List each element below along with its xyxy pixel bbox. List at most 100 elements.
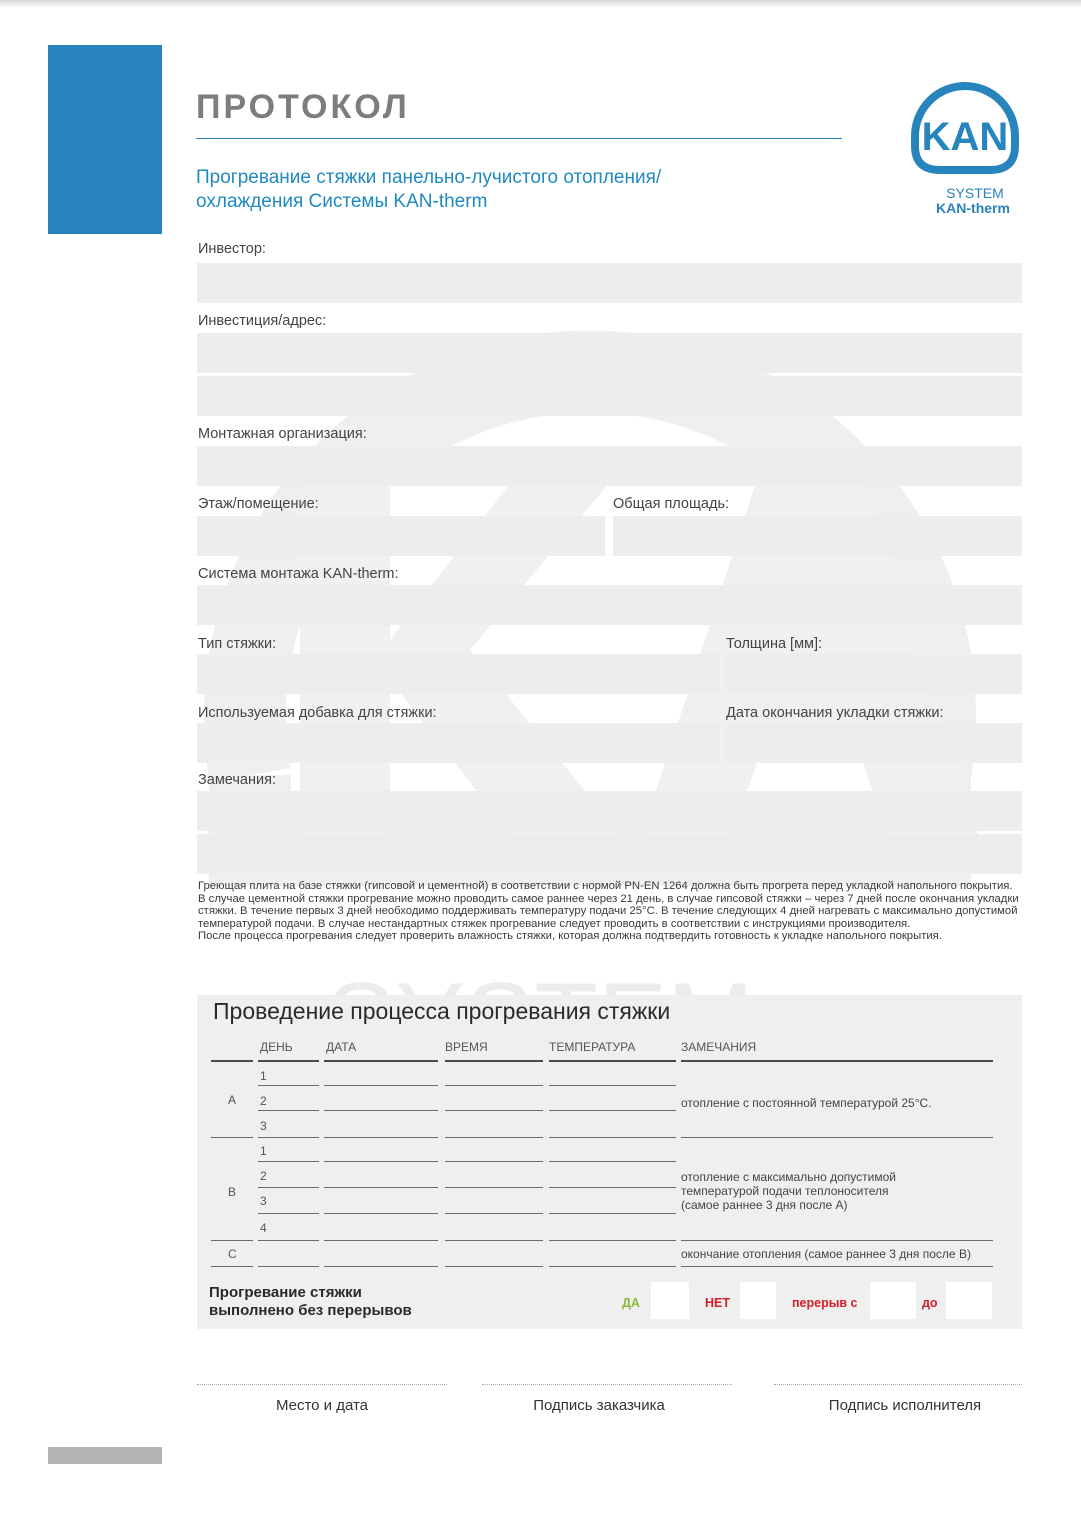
system-field[interactable] bbox=[197, 585, 1022, 625]
group-b-remark-line: температурой подачи теплоносителя bbox=[681, 1184, 889, 1198]
table-entry-line[interactable] bbox=[445, 1137, 543, 1138]
group-a-remark: отопление с постоянной температурой 25°C… bbox=[681, 1096, 932, 1110]
no-interruption-line-1: Прогревание стяжки bbox=[209, 1284, 362, 1301]
table-entry-line[interactable] bbox=[258, 1085, 319, 1086]
logo-brand-text: KAN-therm bbox=[936, 200, 1010, 216]
remarks-field-1[interactable] bbox=[197, 791, 1022, 831]
group-c-label: C bbox=[228, 1247, 237, 1261]
investment-label: Инвестиция/адрес: bbox=[198, 313, 327, 329]
group-divider-line bbox=[211, 1266, 253, 1267]
group-divider-line bbox=[681, 1266, 993, 1267]
group-divider-line bbox=[211, 1240, 253, 1241]
header-underline bbox=[211, 1060, 253, 1062]
end-date-field[interactable] bbox=[726, 723, 1022, 763]
table-entry-line[interactable] bbox=[549, 1240, 676, 1241]
investment-field-1[interactable] bbox=[197, 333, 1022, 373]
protocol-page: SYSTEM KAN-therm ПРОТОКОЛ Прогревание ст… bbox=[0, 0, 1081, 1519]
place-date-line[interactable] bbox=[197, 1384, 447, 1385]
table-entry-line[interactable] bbox=[258, 1213, 319, 1214]
group-b-remark-line: отопление с максимально допустимой bbox=[681, 1170, 896, 1184]
group-divider-line bbox=[211, 1137, 253, 1138]
thickness-field[interactable] bbox=[726, 654, 1022, 694]
table-entry-line[interactable] bbox=[258, 1266, 319, 1267]
day-number: 2 bbox=[260, 1169, 267, 1183]
additive-label: Используемая добавка для стяжки: bbox=[198, 705, 437, 721]
screed-type-field[interactable] bbox=[197, 654, 720, 694]
table-entry-line[interactable] bbox=[258, 1161, 319, 1162]
yes-label: ДА bbox=[622, 1296, 640, 1310]
table-entry-line[interactable] bbox=[258, 1110, 319, 1111]
subtitle-line-1: Прогревание стяжки панельно-лучистого от… bbox=[196, 167, 662, 188]
day-number: 2 bbox=[260, 1094, 267, 1108]
table-entry-line[interactable] bbox=[445, 1240, 543, 1241]
group-a-label: A bbox=[228, 1093, 237, 1107]
remarks-field-2[interactable] bbox=[197, 834, 1022, 874]
header-underline bbox=[258, 1060, 319, 1062]
installer-label: Монтажная организация: bbox=[198, 426, 367, 442]
header-underline bbox=[445, 1060, 543, 1062]
table-entry-line[interactable] bbox=[258, 1240, 319, 1241]
group-c-remark: окончание отопления (самое раннее 3 дня … bbox=[681, 1247, 971, 1261]
group-b-remark: отопление с максимально допустимой темпе… bbox=[681, 1170, 896, 1212]
additive-field[interactable] bbox=[197, 723, 720, 763]
thickness-label: Толщина [мм]: bbox=[726, 636, 823, 652]
contractor-signature-label: Подпись исполнителя bbox=[828, 1397, 982, 1414]
header-day: ДЕНЬ bbox=[260, 1040, 293, 1054]
table-entry-line[interactable] bbox=[445, 1187, 543, 1188]
table-entry-line[interactable] bbox=[549, 1161, 676, 1162]
day-number: 3 bbox=[260, 1119, 267, 1133]
no-label: НЕТ bbox=[705, 1296, 730, 1310]
investor-label: Инвестор: bbox=[198, 241, 266, 257]
remarks-label: Замечания: bbox=[198, 772, 276, 788]
group-divider-line bbox=[681, 1137, 993, 1138]
installer-field[interactable] bbox=[197, 446, 1022, 486]
table-entry-line[interactable] bbox=[324, 1213, 438, 1214]
table-entry-line[interactable] bbox=[445, 1266, 543, 1267]
table-entry-line[interactable] bbox=[324, 1137, 438, 1138]
instructions-paragraph-1: Греющая плита на базе стяжки (гипсовой и… bbox=[198, 880, 1019, 930]
customer-signature-label: Подпись заказчика bbox=[533, 1397, 665, 1414]
break-to-label: до bbox=[922, 1296, 938, 1310]
table-entry-line[interactable] bbox=[324, 1187, 438, 1188]
table-entry-line[interactable] bbox=[324, 1085, 438, 1086]
contractor-signature-line[interactable] bbox=[774, 1384, 1022, 1385]
table-entry-line[interactable] bbox=[445, 1213, 543, 1214]
no-interruption-line-2: выполнено без перерывов bbox=[209, 1302, 412, 1319]
table-entry-line[interactable] bbox=[324, 1161, 438, 1162]
day-number: 4 bbox=[260, 1221, 267, 1235]
yes-checkbox[interactable] bbox=[651, 1282, 689, 1319]
table-entry-line[interactable] bbox=[549, 1187, 676, 1188]
table-entry-line[interactable] bbox=[445, 1161, 543, 1162]
table-entry-line[interactable] bbox=[549, 1110, 676, 1111]
floor-field[interactable] bbox=[197, 516, 605, 556]
page-top-shadow bbox=[0, 0, 1081, 8]
group-b-remark-line: (самое раннее 3 дня после A) bbox=[681, 1198, 848, 1212]
table-entry-line[interactable] bbox=[549, 1213, 676, 1214]
instructions-note: Греющая плита на базе стяжки (гипсовой и… bbox=[198, 880, 1022, 943]
table-entry-line[interactable] bbox=[324, 1240, 438, 1241]
no-checkbox[interactable] bbox=[740, 1282, 776, 1319]
table-entry-line[interactable] bbox=[324, 1266, 438, 1267]
table-entry-line[interactable] bbox=[445, 1110, 543, 1111]
day-number: 1 bbox=[260, 1144, 267, 1158]
table-entry-line[interactable] bbox=[445, 1085, 543, 1086]
investment-field-2[interactable] bbox=[197, 376, 1022, 416]
investor-field[interactable] bbox=[197, 263, 1022, 303]
break-from-field[interactable] bbox=[870, 1282, 916, 1319]
floor-label: Этаж/помещение: bbox=[198, 496, 319, 512]
table-entry-line[interactable] bbox=[549, 1085, 676, 1086]
group-b-label: B bbox=[228, 1185, 237, 1199]
customer-signature-line[interactable] bbox=[482, 1384, 732, 1385]
table-entry-line[interactable] bbox=[549, 1266, 676, 1267]
logo-kan-text: KAN bbox=[922, 115, 1009, 159]
header-underline bbox=[324, 1060, 438, 1062]
table-entry-line[interactable] bbox=[258, 1187, 319, 1188]
table-entry-line[interactable] bbox=[324, 1110, 438, 1111]
area-field[interactable] bbox=[613, 516, 1022, 556]
no-interruption-label: Прогревание стяжки выполнено без перерыв… bbox=[209, 1284, 412, 1320]
table-entry-line[interactable] bbox=[258, 1137, 319, 1138]
break-to-field[interactable] bbox=[946, 1282, 992, 1319]
table-entry-line[interactable] bbox=[549, 1137, 676, 1138]
header-remarks: ЗАМЕЧАНИЯ bbox=[681, 1040, 757, 1054]
title-divider bbox=[196, 138, 842, 139]
